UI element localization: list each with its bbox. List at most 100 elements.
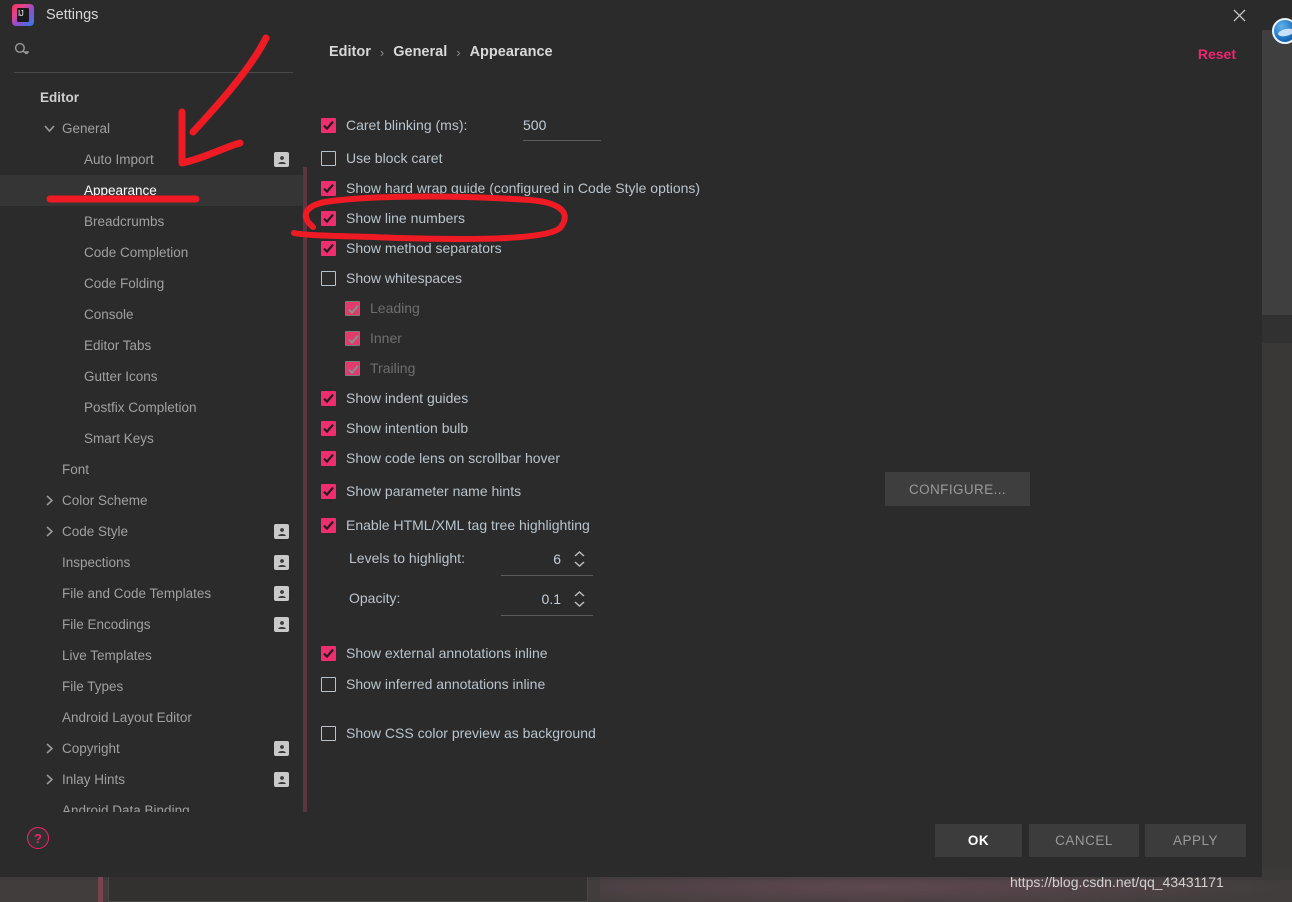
reset-link[interactable]: Reset — [1198, 46, 1236, 62]
sidebar-item-code-folding[interactable]: Code Folding — [0, 268, 307, 299]
apply-button[interactable]: APPLY — [1145, 824, 1246, 857]
sidebar-item-label: Code Style — [62, 524, 129, 539]
opacity-spinner[interactable]: 0.1 — [501, 590, 593, 608]
sidebar-item-auto-import[interactable]: Auto Import — [0, 144, 307, 175]
checkbox-enable-html-xml-tag-tree-highlighting[interactable] — [321, 517, 336, 533]
checkbox-show-external-annotations-inline[interactable] — [321, 645, 336, 661]
ok-button[interactable]: OK — [935, 824, 1022, 857]
search-input[interactable] — [37, 44, 287, 60]
background-band — [1262, 315, 1292, 343]
chevron-right-icon[interactable] — [43, 494, 56, 507]
checkbox-label-show-line-numbers: Show line numbers — [346, 210, 466, 226]
sidebar-item-label: General — [62, 121, 111, 136]
checkbox-show-inferred-annotations-inline[interactable] — [321, 676, 336, 692]
checkbox-show-line-numbers[interactable] — [321, 210, 336, 226]
opacity-underline — [501, 615, 593, 616]
chevron-down-icon[interactable] — [43, 122, 56, 135]
checkbox-use-block-caret[interactable] — [321, 150, 336, 166]
sidebar-item-code-style[interactable]: Code Style — [0, 516, 307, 547]
checkbox-show-parameter-name-hints[interactable] — [321, 483, 336, 499]
chevron-down-icon — [574, 601, 585, 608]
intellij-idea-logo-icon — [12, 4, 34, 26]
chevron-right-icon[interactable] — [43, 525, 56, 538]
configure-button[interactable]: CONFIGURE... — [885, 472, 1030, 506]
option-row-show-indent-guides: Show indent guides — [321, 390, 468, 406]
sidebar-item-gutter-icons[interactable]: Gutter Icons — [0, 361, 307, 392]
sidebar-item-label: Editor — [40, 90, 79, 105]
project-scope-person-icon — [274, 152, 289, 167]
option-row-inner: Inner — [345, 330, 402, 346]
sidebar-item-postfix-completion[interactable]: Postfix Completion — [0, 392, 307, 423]
sidebar-item-font[interactable]: Font — [0, 454, 307, 485]
opacity-field[interactable]: 0.1 — [501, 590, 593, 616]
chevron-right-icon[interactable] — [43, 773, 56, 786]
project-scope-person-icon — [274, 772, 289, 787]
opacity-label: Opacity: — [349, 590, 401, 606]
option-row-use-block-caret: Use block caret — [321, 150, 442, 166]
sidebar-item-console[interactable]: Console — [0, 299, 307, 330]
levels-to-highlight-spinner[interactable]: 6 — [501, 550, 593, 568]
sidebar-item-appearance[interactable]: Appearance — [0, 175, 307, 206]
cancel-button[interactable]: CANCEL — [1029, 824, 1139, 857]
sidebar-item-label: Breadcrumbs — [84, 214, 165, 229]
dialog-title: Settings — [46, 7, 99, 23]
sidebar-item-label: Android Layout Editor — [62, 710, 192, 725]
caret-blinking-field[interactable]: 500 — [523, 117, 601, 141]
checkbox-show-code-lens-on-scrollbar-hover[interactable] — [321, 450, 336, 466]
checkbox-label-inner: Inner — [370, 330, 402, 346]
sidebar-item-breadcrumbs[interactable]: Breadcrumbs — [0, 206, 307, 237]
sidebar-item-android-data-binding[interactable]: Android Data Binding — [0, 795, 307, 812]
dialog-footer: ? OK CANCEL APPLY — [0, 812, 1262, 877]
sidebar-item-editor[interactable]: Editor — [0, 82, 307, 113]
option-row-trailing: Trailing — [345, 360, 415, 376]
checkbox-show-method-separators[interactable] — [321, 240, 336, 256]
sidebar-item-label: Editor Tabs — [84, 338, 152, 353]
sidebar-item-android-layout-editor[interactable]: Android Layout Editor — [0, 702, 307, 733]
option-row-show-code-lens-on-scrollbar-hover: Show code lens on scrollbar hover — [321, 450, 560, 466]
close-icon[interactable] — [1216, 0, 1262, 30]
breadcrumb-item-editor[interactable]: Editor — [329, 44, 371, 60]
sidebar-item-file-types[interactable]: File Types — [0, 671, 307, 702]
sidebar-item-smart-keys[interactable]: Smart Keys — [0, 423, 307, 454]
levels-to-highlight-field[interactable]: 6 — [501, 550, 593, 576]
checkbox-show-intention-bulb[interactable] — [321, 420, 336, 436]
checkbox-label-enable-html-xml-tag-tree-highlighting: Enable HTML/XML tag tree highlighting — [346, 517, 590, 533]
sidebar-item-file-encodings[interactable]: File Encodings — [0, 609, 307, 640]
background-editor-area — [1262, 30, 1292, 315]
checkbox-show-indent-guides[interactable] — [321, 390, 336, 406]
opacity-label-row: Opacity: — [349, 590, 400, 606]
checkbox-label-trailing: Trailing — [370, 360, 416, 376]
sidebar-item-copyright[interactable]: Copyright — [0, 733, 307, 764]
sidebar-item-label: File and Code Templates — [62, 586, 212, 601]
dialog-titlebar: Settings — [0, 0, 1262, 30]
levels-spinner-arrows[interactable] — [573, 550, 586, 568]
sidebar-item-label: Live Templates — [62, 648, 152, 663]
sidebar-item-inlay-hints[interactable]: Inlay Hints — [0, 764, 307, 795]
sidebar-item-label: Font — [62, 462, 90, 477]
sidebar-item-label: Postfix Completion — [84, 400, 197, 415]
sidebar-item-live-templates[interactable]: Live Templates — [0, 640, 307, 671]
project-scope-person-icon — [274, 586, 289, 601]
sidebar-item-code-completion[interactable]: Code Completion — [0, 237, 307, 268]
sidebar-item-inspections[interactable]: Inspections — [0, 547, 307, 578]
sidebar-item-general[interactable]: General — [0, 113, 307, 144]
option-row-show-whitespaces: Show whitespaces — [321, 270, 462, 286]
sidebar-item-label: Inlay Hints — [62, 772, 126, 787]
chevron-right-icon[interactable] — [43, 742, 56, 755]
caret-blinking-value: 500 — [523, 117, 547, 133]
sidebar-item-label: Auto Import — [84, 152, 154, 167]
breadcrumb-item-general[interactable]: General — [393, 44, 447, 60]
checkbox-show-css-color-preview-as-background[interactable] — [321, 725, 336, 741]
checkbox-show-hard-wrap-guide-configured-in-code-style-options[interactable] — [321, 180, 336, 196]
sidebar-item-file-and-code-templates[interactable]: File and Code Templates — [0, 578, 307, 609]
search-area — [0, 30, 307, 77]
option-row-show-line-numbers: Show line numbers — [321, 210, 465, 226]
help-question-icon[interactable]: ? — [27, 827, 49, 849]
search-underline — [14, 72, 293, 73]
opacity-spinner-arrows[interactable] — [573, 590, 586, 608]
caret-blinking-checkbox[interactable] — [321, 117, 336, 133]
settings-sidebar: Editor General Auto Import Appearance Breadc… — [0, 30, 307, 819]
sidebar-item-color-scheme[interactable]: Color Scheme — [0, 485, 307, 516]
sidebar-item-editor-tabs[interactable]: Editor Tabs — [0, 330, 307, 361]
checkbox-show-whitespaces[interactable] — [321, 270, 336, 286]
